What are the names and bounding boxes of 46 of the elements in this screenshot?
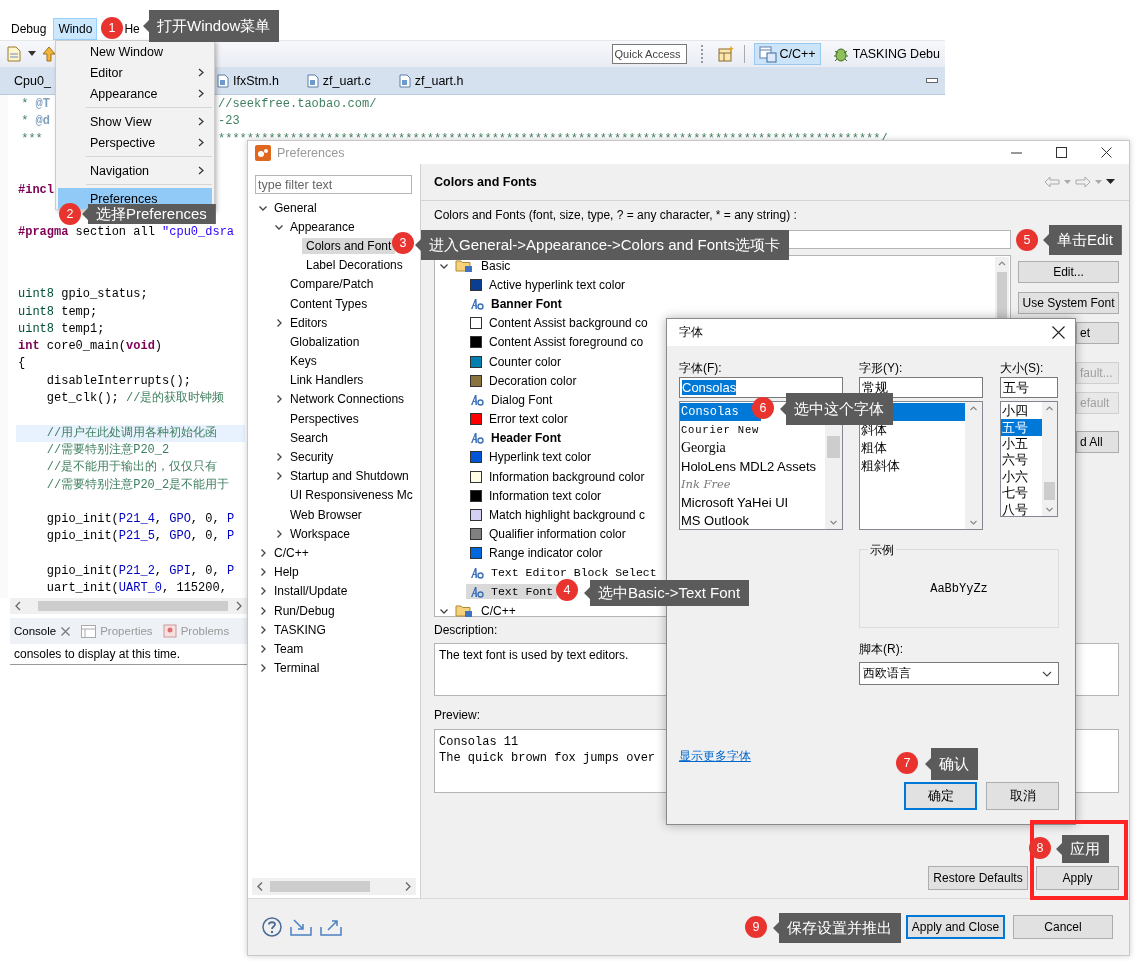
- code-line: //需要特别注意P20_2: [45, 441, 170, 459]
- group-label: 示例: [868, 542, 896, 559]
- code-line: uint8 temp;: [18, 303, 98, 321]
- field-label: 字形(Y):: [859, 360, 904, 375]
- callout-tooltip: 进入General->Appearance->Colors and Fonts选项卡: [415, 230, 789, 260]
- callout-tooltip: 应用: [1056, 835, 1109, 863]
- step-number-tooltip: 2: [59, 203, 81, 225]
- code-line: gpio_init(P21_4, GPO, 0, P: [45, 511, 235, 529]
- code-line: //是不能用于输出的，仅仅只有: [45, 459, 218, 477]
- field-label: 脚本(R):: [859, 641, 904, 656]
- page-title: Colors and Fonts: [434, 175, 537, 189]
- code-text: * @T: [20, 96, 50, 113]
- code-line: uint8 temp1;: [18, 320, 105, 338]
- preview-label: Preview:: [434, 708, 481, 723]
- code-text: ********************************************************************************************/: [218, 130, 888, 148]
- code-line: #incl: [18, 182, 54, 200]
- description-label: Description:: [434, 623, 499, 638]
- field-label: 大小(S):: [1000, 360, 1045, 375]
- callout-tooltip: 确认: [925, 748, 978, 780]
- code-line: gpio_init(P21_5, GPO, 0, P: [45, 528, 235, 546]
- callout-tooltip: 选择Preferences: [82, 204, 216, 224]
- code-line: //需要特别注意P20_2是不能用于: [45, 476, 230, 494]
- field-label: 字体(F):: [679, 360, 723, 375]
- code-text: * @d: [20, 113, 50, 131]
- code-text: ***: [20, 130, 43, 148]
- code-line: gpio_init(P21_2, GPI, 0, P: [45, 563, 235, 580]
- console-message: consoles to display at this time.: [10, 644, 247, 665]
- callout-tooltip: 保存设置并推出: [773, 913, 901, 943]
- step-number-tooltip: 1: [101, 17, 123, 39]
- code-text: -23: [218, 113, 240, 131]
- code-line: uart_init(UART_0, 115200,: [45, 580, 227, 598]
- code-line: disableInterrupts();: [45, 372, 191, 390]
- callout-tooltip: 单击Edit: [1043, 225, 1122, 255]
- callout-tooltip: 选中这个字体: [780, 393, 893, 425]
- code-line: {: [18, 355, 26, 373]
- window-title: Preferences: [277, 145, 345, 160]
- code-line: get_clk(); //是的获取时钟频: [45, 390, 225, 408]
- code-line: int core0_main(void): [18, 338, 163, 356]
- dialog-title: 字体: [679, 324, 703, 341]
- code-line: #pragma section all "cpu0_dsra: [18, 224, 235, 241]
- callout-tooltip: 打开Window菜单: [143, 10, 280, 42]
- code-line: uint8 gpio_status;: [18, 286, 148, 304]
- callout-tooltip: 选中Basic->Text Font: [584, 580, 750, 606]
- code-text: //seekfree.taobao.com/: [218, 96, 377, 113]
- page-description: Colors and Fonts (font, size, type, ? = any character, * = any string) :: [434, 207, 798, 223]
- sample-text: AaBbYyZz: [930, 581, 988, 596]
